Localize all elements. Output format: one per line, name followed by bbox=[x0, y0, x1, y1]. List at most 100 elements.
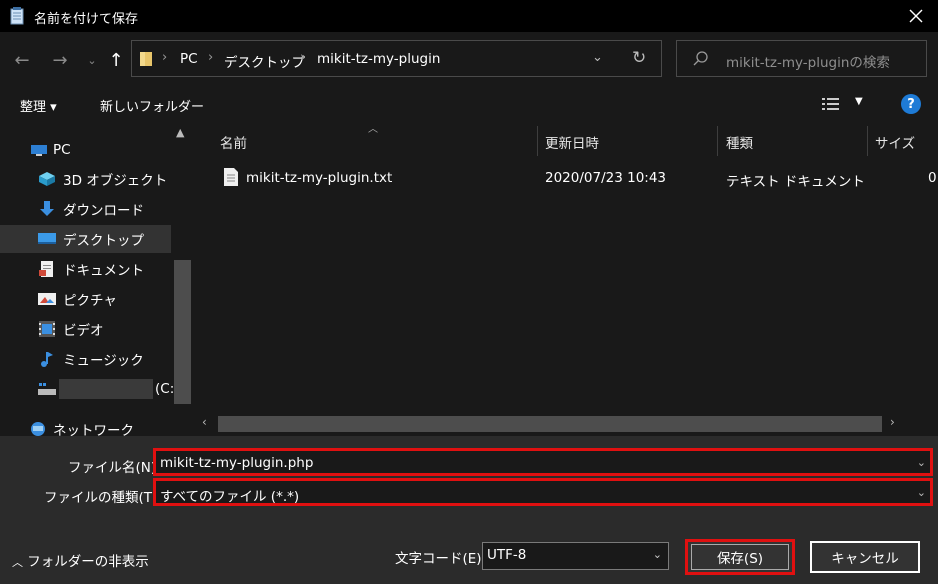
desktop-icon bbox=[38, 233, 56, 244]
sidebar-item-pictures[interactable]: ピクチャ bbox=[0, 285, 171, 313]
scroll-left-icon[interactable]: ‹ bbox=[202, 415, 207, 429]
pc-icon bbox=[31, 145, 47, 156]
sidebar-item-label: ネットワーク bbox=[53, 423, 134, 436]
command-toolbar: 整理 ▾ 新しいフォルダー ▼ ? bbox=[0, 88, 938, 122]
sidebar-item-label: 3D オブジェクト bbox=[63, 173, 168, 189]
navigation-pane: ▲ PC 3D オブジェクト ダウンロード デスクトップ ドキュメント ピクチャ… bbox=[0, 122, 194, 436]
chevron-down-icon[interactable]: ⌄ bbox=[917, 486, 926, 499]
view-dropdown-icon[interactable]: ▼ bbox=[855, 96, 863, 107]
sidebar-item-label: デスクトップ bbox=[63, 233, 144, 249]
sidebar-item-videos[interactable]: ビデオ bbox=[0, 315, 171, 343]
file-name: mikit-tz-my-plugin.txt bbox=[246, 170, 393, 186]
videos-icon bbox=[39, 321, 55, 337]
column-header-type[interactable]: 種類 bbox=[726, 132, 753, 152]
table-row[interactable]: mikit-tz-my-plugin.txt 2020/07/23 10:43 … bbox=[194, 164, 938, 192]
sort-ascending-icon: ︿ bbox=[368, 124, 378, 135]
refresh-icon[interactable]: ↻ bbox=[632, 48, 646, 68]
encoding-value: UTF-8 bbox=[487, 547, 527, 563]
sidebar-item-desktop[interactable]: デスクトップ bbox=[0, 225, 171, 253]
sidebar-item-label: ダウンロード bbox=[63, 203, 144, 219]
column-divider[interactable] bbox=[717, 126, 718, 156]
back-button[interactable]: ← bbox=[8, 46, 36, 74]
horizontal-scrollbar-thumb[interactable] bbox=[218, 416, 882, 432]
up-button[interactable]: ↑ bbox=[102, 46, 130, 74]
breadcrumb-separator: › bbox=[300, 50, 306, 65]
address-dropdown-icon[interactable]: ⌄ bbox=[592, 50, 603, 65]
sidebar-item-downloads[interactable]: ダウンロード bbox=[0, 195, 171, 223]
sidebar-item-3d-objects[interactable]: 3D オブジェクト bbox=[0, 165, 171, 193]
sidebar-item-network[interactable]: ネットワーク bbox=[0, 415, 171, 436]
filename-value: mikit-tz-my-plugin.php bbox=[160, 455, 314, 471]
close-icon bbox=[909, 9, 923, 23]
encoding-select[interactable]: UTF-8 ⌄ bbox=[482, 542, 669, 570]
view-options-icon[interactable] bbox=[822, 97, 840, 111]
hide-folders-toggle[interactable]: ︿ フォルダーの非表示 bbox=[12, 550, 149, 570]
filetype-label: ファイルの種類(T): bbox=[44, 490, 162, 506]
sidebar-item-pc[interactable]: PC bbox=[0, 136, 171, 164]
search-box[interactable]: mikit-tz-my-pluginの検索 bbox=[676, 40, 927, 77]
pictures-icon bbox=[38, 293, 56, 305]
redacted-drive-name bbox=[59, 379, 153, 399]
column-divider[interactable] bbox=[867, 126, 868, 156]
documents-icon bbox=[39, 261, 53, 277]
organize-menu[interactable]: 整理 ▾ bbox=[20, 96, 57, 115]
chevron-down-icon: ⌄ bbox=[87, 53, 97, 67]
sidebar-item-local-disk[interactable]: (C: bbox=[0, 375, 175, 403]
window-title: 名前を付けて保存 bbox=[34, 12, 139, 27]
sidebar-item-label: ビデオ bbox=[63, 323, 104, 339]
forward-button[interactable]: → bbox=[46, 46, 74, 74]
column-header-modified[interactable]: 更新日時 bbox=[545, 132, 599, 152]
cancel-button[interactable]: キャンセル bbox=[810, 541, 920, 573]
sidebar-item-label: ドキュメント bbox=[63, 263, 144, 279]
3d-objects-icon bbox=[39, 172, 55, 186]
up-arrow-icon: ↑ bbox=[108, 49, 124, 71]
forward-arrow-icon: → bbox=[52, 49, 68, 71]
chevron-down-icon[interactable]: ⌄ bbox=[917, 456, 926, 469]
sidebar-item-label: ミュージック bbox=[63, 353, 144, 369]
sidebar-scroll-up-icon[interactable]: ▲ bbox=[176, 126, 184, 139]
help-icon[interactable]: ? bbox=[901, 94, 921, 114]
new-folder-button[interactable]: 新しいフォルダー bbox=[100, 96, 204, 115]
save-button-label: 保存(S) bbox=[716, 551, 764, 567]
address-bar[interactable]: › PC › デスクトップ › mikit-tz-my-plugin ⌄ ↻ bbox=[131, 40, 662, 77]
navigation-bar: ← → ⌄ ↑ › PC › デスクトップ › mikit-tz-my-plug… bbox=[0, 32, 938, 88]
music-icon bbox=[41, 352, 53, 367]
chevron-up-icon: ︿ bbox=[12, 556, 23, 569]
text-file-icon bbox=[224, 168, 238, 186]
breadcrumb-separator: › bbox=[162, 50, 168, 65]
breadcrumb-current-folder[interactable]: mikit-tz-my-plugin bbox=[317, 51, 440, 67]
sidebar-item-documents[interactable]: ドキュメント bbox=[0, 255, 171, 283]
drive-icon bbox=[38, 383, 56, 395]
title-bar: 名前を付けて保存 bbox=[0, 0, 938, 32]
column-divider[interactable] bbox=[537, 126, 538, 156]
filename-label: ファイル名(N): bbox=[68, 460, 161, 476]
sidebar-item-label: ピクチャ bbox=[63, 293, 117, 309]
file-size: 0 bbox=[928, 170, 937, 186]
filename-input[interactable]: mikit-tz-my-plugin.php ⌄ bbox=[153, 448, 933, 476]
file-type: テキスト ドキュメント bbox=[726, 174, 865, 190]
hide-folders-label: フォルダーの非表示 bbox=[27, 554, 149, 570]
file-modified: 2020/07/23 10:43 bbox=[545, 170, 667, 186]
sidebar-item-label: PC bbox=[53, 142, 71, 158]
horizontal-scrollbar[interactable]: ‹ › bbox=[194, 414, 938, 434]
close-button[interactable] bbox=[904, 4, 928, 28]
scroll-right-icon[interactable]: › bbox=[890, 415, 895, 429]
search-placeholder: mikit-tz-my-pluginの検索 bbox=[726, 55, 890, 71]
back-arrow-icon: ← bbox=[14, 49, 30, 71]
sidebar-item-music[interactable]: ミュージック bbox=[0, 345, 171, 373]
sidebar-item-label: (C: bbox=[155, 381, 175, 397]
breadcrumb-separator: › bbox=[208, 50, 214, 65]
breadcrumb-desktop[interactable]: デスクトップ bbox=[224, 51, 305, 71]
notepad-icon bbox=[10, 7, 24, 25]
folder-icon bbox=[140, 52, 152, 66]
column-header-size[interactable]: サイズ bbox=[875, 132, 915, 152]
column-header-name[interactable]: 名前 bbox=[220, 132, 247, 152]
save-form: ファイル名(N): mikit-tz-my-plugin.php ⌄ ファイルの… bbox=[0, 436, 938, 584]
chevron-down-icon: ⌄ bbox=[652, 548, 662, 561]
filetype-select[interactable]: すべてのファイル (*.*) ⌄ bbox=[153, 478, 933, 506]
filetype-value: すべてのファイル (*.*) bbox=[160, 489, 300, 505]
save-button[interactable]: 保存(S) bbox=[685, 539, 795, 575]
breadcrumb-pc[interactable]: PC bbox=[180, 51, 198, 67]
network-icon bbox=[31, 422, 45, 436]
sidebar-scrollbar-thumb[interactable] bbox=[174, 260, 191, 404]
